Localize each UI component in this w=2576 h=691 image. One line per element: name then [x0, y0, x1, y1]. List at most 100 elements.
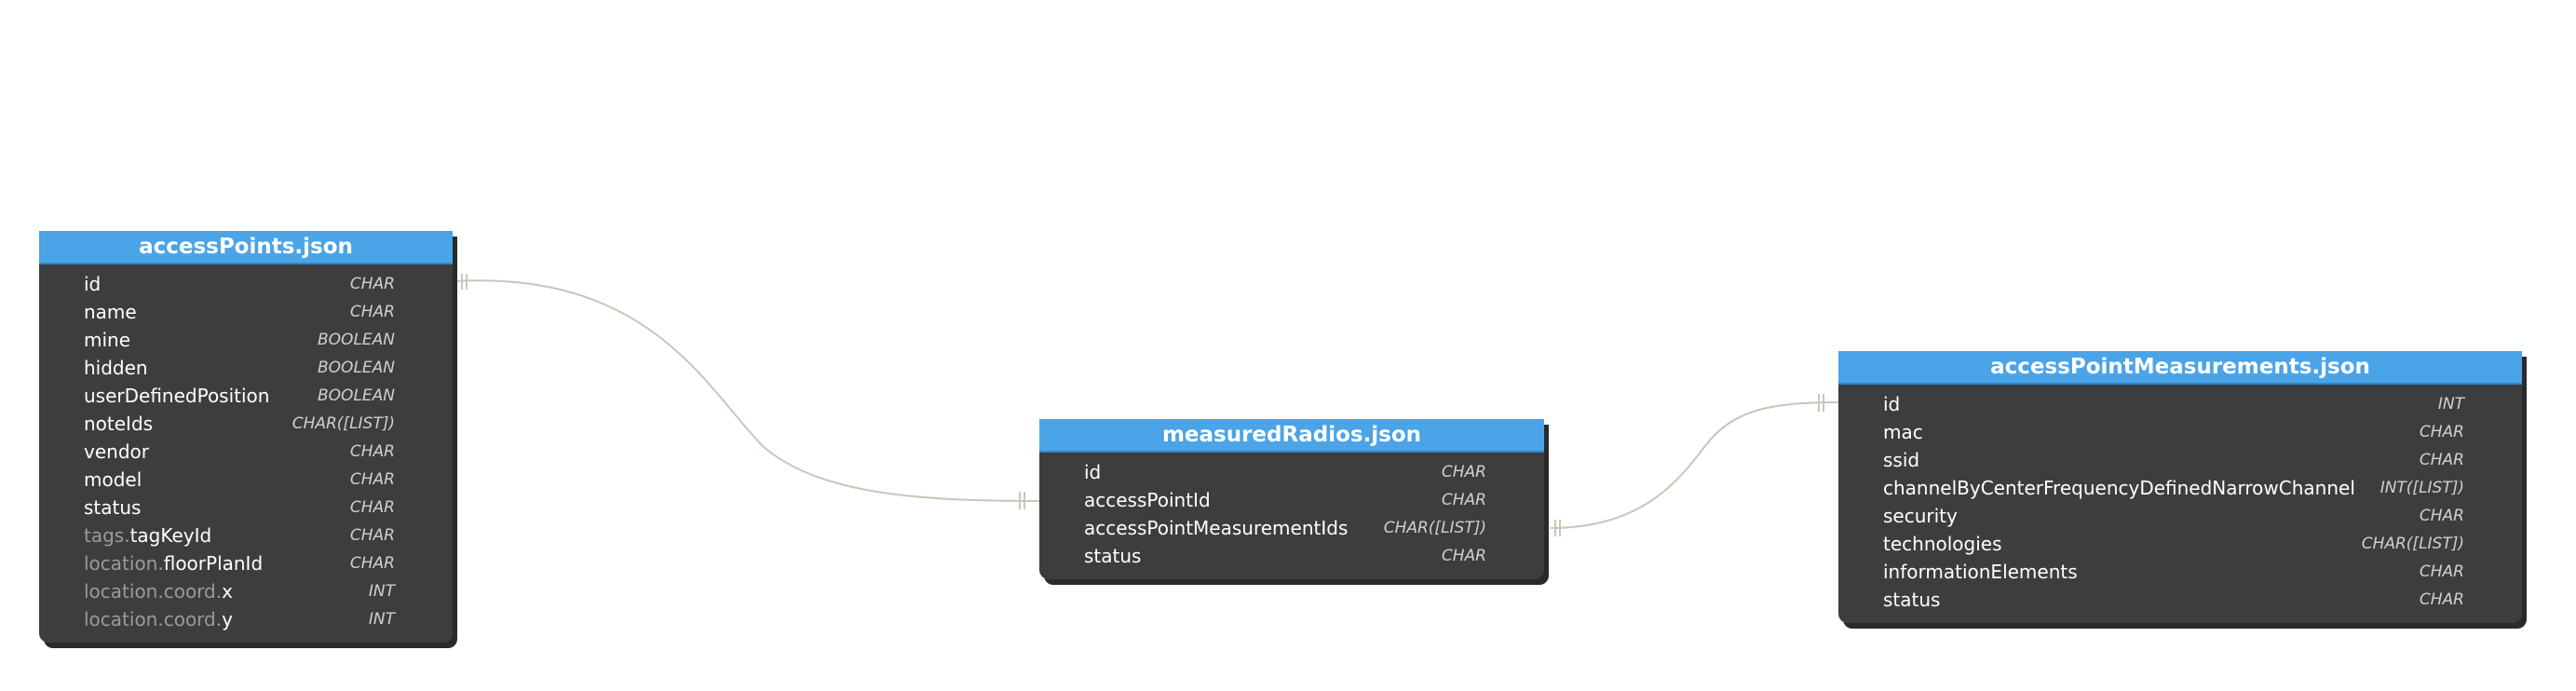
column-row[interactable]: status CHAR [1039, 542, 1544, 570]
column-name: location.floorPlanId [84, 552, 263, 575]
column-row[interactable]: userDefinedPosition BOOLEAN [39, 382, 453, 410]
column-field: mac [1883, 421, 1923, 443]
column-row[interactable]: noteIds CHAR([LIST]) [39, 410, 453, 438]
column-type: CHAR [349, 275, 395, 293]
column-row[interactable]: mine BOOLEAN [39, 326, 453, 354]
column-row[interactable]: id CHAR [1039, 458, 1544, 486]
column-name: informationElements [1883, 561, 2078, 583]
column-type: CHAR [2419, 590, 2464, 609]
column-type: CHAR [1441, 463, 1486, 481]
column-row[interactable]: security CHAR [1838, 502, 2522, 530]
column-path-prefix: location.coord. [84, 580, 223, 603]
column-name: location.coord.x [84, 580, 233, 603]
table-access-point-measurements[interactable]: accessPointMeasurements.json id INT mac CHA… [1838, 351, 2522, 623]
column-field: id [1883, 393, 1901, 415]
column-name: name [84, 301, 137, 323]
column-field: mine [84, 329, 131, 351]
column-name: id [1883, 393, 1900, 415]
column-field: name [84, 301, 137, 323]
column-type: CHAR([LIST]) [1383, 519, 1486, 537]
column-type: CHAR [349, 498, 395, 517]
column-field: technologies [1883, 533, 2002, 555]
column-row[interactable]: location.floorPlanId CHAR [39, 549, 453, 577]
column-row[interactable]: channelByCenterFrequencyDefinedNarrowCha… [1838, 474, 2522, 502]
column-row[interactable]: technologies CHAR([LIST]) [1838, 530, 2522, 558]
column-row[interactable]: status CHAR [1838, 586, 2522, 614]
relationship-line-measuredradios-measurements [1550, 401, 1840, 529]
column-row[interactable]: informationElements CHAR [1838, 558, 2522, 586]
column-field: floorPlanId [163, 552, 264, 575]
column-field: tagKeyId [129, 524, 212, 547]
column-row[interactable]: model CHAR [39, 466, 453, 494]
column-type: INT [368, 582, 395, 601]
column-row[interactable]: id CHAR [39, 270, 453, 298]
column-type: CHAR([LIST]) [291, 414, 395, 433]
table-access-points[interactable]: accessPoints.json id CHAR name CHAR mine BOOL… [39, 231, 453, 643]
column-list: id INT mac CHAR ssid CHAR channelByCenterFrequ… [1838, 385, 2522, 623]
column-row[interactable]: status CHAR [39, 494, 453, 522]
column-type: INT [2437, 395, 2464, 413]
column-name: status [1084, 545, 1141, 567]
column-field: security [1883, 505, 1958, 527]
column-row[interactable]: accessPointMeasurementIds CHAR([LIST]) [1039, 514, 1544, 542]
column-field: hidden [84, 357, 148, 379]
column-row[interactable]: id INT [1838, 390, 2522, 418]
column-name: id [1084, 461, 1101, 483]
column-name: noteIds [84, 413, 153, 435]
column-row[interactable]: mac CHAR [1838, 418, 2522, 446]
column-path-prefix: location. [84, 552, 164, 575]
column-type: CHAR [349, 554, 395, 573]
column-row[interactable]: hidden BOOLEAN [39, 354, 453, 382]
column-type: INT([LIST]) [2379, 479, 2464, 497]
column-row[interactable]: location.coord.x INT [39, 577, 453, 605]
column-type: BOOLEAN [318, 359, 395, 377]
column-type: CHAR [2419, 507, 2464, 525]
column-type: CHAR [349, 526, 395, 545]
column-field: status [1084, 545, 1142, 567]
column-type: CHAR [349, 470, 395, 489]
column-type: CHAR([LIST]) [2361, 535, 2464, 553]
column-row[interactable]: tags.tagKeyId CHAR [39, 522, 453, 549]
column-row[interactable]: name CHAR [39, 298, 453, 326]
column-name: userDefinedPosition [84, 385, 269, 407]
column-name: model [84, 468, 142, 491]
column-name: status [84, 496, 141, 519]
column-name: security [1883, 505, 1958, 527]
table-measured-radios[interactable]: measuredRadios.json id CHAR accessPointId C… [1039, 419, 1544, 579]
column-field: noteIds [84, 413, 154, 435]
column-field: x [222, 580, 233, 603]
column-name: channelByCenterFrequencyDefinedNarrowCha… [1883, 477, 2355, 499]
column-name: mac [1883, 421, 1923, 443]
column-type: CHAR [2419, 423, 2464, 441]
column-name: tags.tagKeyId [84, 524, 211, 547]
column-row[interactable]: accessPointId CHAR [1039, 486, 1544, 514]
column-field: y [222, 608, 233, 630]
column-name: location.coord.y [84, 608, 233, 630]
column-name: technologies [1883, 533, 2002, 555]
column-field: accessPointId [1084, 489, 1211, 511]
column-name: accessPointId [1084, 489, 1211, 511]
column-field: status [1883, 589, 1941, 611]
column-field: status [84, 496, 142, 519]
column-row[interactable]: location.coord.y INT [39, 605, 453, 633]
table-title: accessPoints.json [39, 231, 453, 264]
table-title: measuredRadios.json [1039, 419, 1544, 453]
column-type: CHAR [2419, 562, 2464, 581]
one-to-one-marker-icon [461, 274, 1025, 509]
column-name: accessPointMeasurementIds [1084, 517, 1348, 539]
column-field: userDefinedPosition [84, 385, 270, 407]
column-field: model [84, 468, 142, 491]
column-field: accessPointMeasurementIds [1084, 517, 1349, 539]
column-field: informationElements [1883, 561, 2078, 583]
column-row[interactable]: vendor CHAR [39, 438, 453, 466]
one-to-one-marker-icon [1554, 394, 1824, 536]
column-name: status [1883, 589, 1940, 611]
column-field: id [84, 273, 102, 295]
column-row[interactable]: ssid CHAR [1838, 446, 2522, 474]
column-field: ssid [1883, 449, 1920, 471]
relationship-line-accesspoints-measuredradios [454, 279, 1042, 502]
column-type: CHAR [1441, 547, 1486, 565]
column-path-prefix: tags. [84, 524, 130, 547]
column-type: CHAR [1441, 491, 1486, 509]
column-type: INT [368, 610, 395, 629]
